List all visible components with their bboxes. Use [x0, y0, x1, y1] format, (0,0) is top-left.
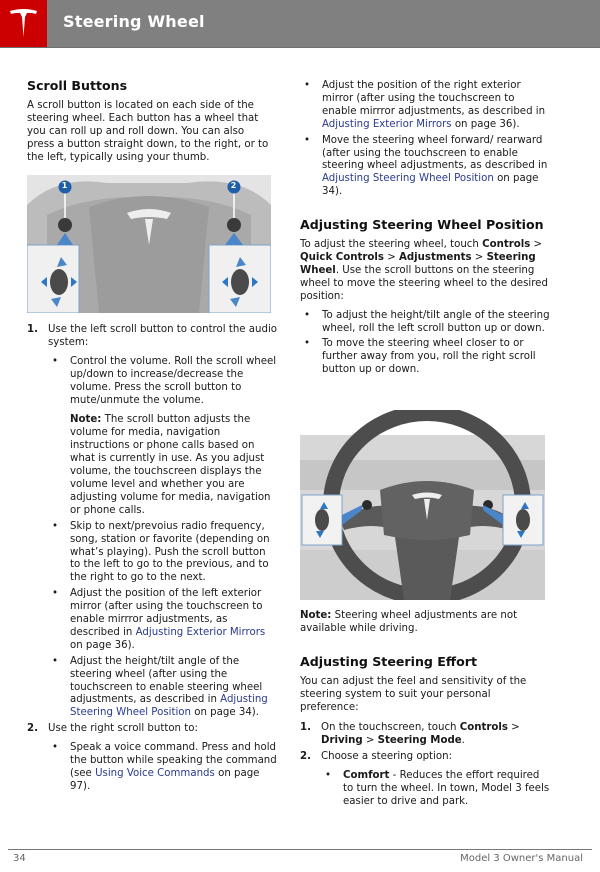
page-number: 34	[13, 853, 26, 864]
tesla-logo-icon	[10, 9, 37, 37]
list-item: • Move the steering wheel forward/ rearw…	[304, 134, 548, 198]
callout-2-label: 2	[230, 181, 237, 190]
list-item: • Adjust the height/tilt angle of the st…	[52, 655, 268, 719]
scroll-buttons-intro: A scroll button is located on each side …	[27, 99, 269, 163]
heading-scroll-buttons: Scroll Buttons	[27, 78, 128, 93]
volume-note: Note: The scroll button adjusts the volu…	[70, 414, 271, 516]
manual-title: Model 3 Owner's Manual	[460, 853, 583, 864]
step-2: 2. Use the right scroll button to: • Spe…	[27, 723, 277, 794]
effort-step-1: 1. On the touchscreen, touch Controls > …	[300, 722, 520, 747]
position-intro: To adjust the steering wheel, touch Cont…	[300, 239, 548, 302]
link-adjusting-steering-wheel-position[interactable]: Adjusting Steering Wheel Position	[322, 173, 494, 184]
effort-step-2: 2. Choose a steering option: • Comfort -…	[300, 751, 550, 807]
effort-intro: You can adjust the feel and sensitivity …	[300, 675, 527, 713]
right-lower: Note: Steering wheel adjustments are not…	[300, 610, 550, 809]
step-text: Use the left scroll button to control th…	[48, 324, 278, 348]
list-item: • Comfort - Reduces the effort required …	[325, 770, 550, 807]
tesla-logo	[0, 0, 47, 47]
scroll-buttons-figure: 1	[27, 175, 271, 313]
link-adjusting-exterior-mirrors[interactable]: Adjusting Exterior Mirrors	[322, 119, 452, 130]
left-list: 1. Use the left scroll button to control…	[27, 324, 277, 794]
bullet-text: Skip to next/prevoius radio frequency, s…	[70, 520, 270, 584]
right-column: • Adjust the position of the right exter…	[300, 80, 550, 377]
list-item: • Skip to next/prevoius radio frequency,…	[48, 521, 277, 586]
steering-wheel-figure	[300, 410, 545, 600]
heading-adjusting-position: Adjusting Steering Wheel Position	[300, 217, 544, 233]
list-item: • Speak a voice command. Press and hold …	[52, 742, 277, 792]
left-column: Scroll Buttons A scroll button is locate…	[27, 78, 270, 164]
section-title: Steering Wheel	[63, 12, 205, 31]
list-item: • Adjust the position of the left exteri…	[52, 588, 266, 651]
steering-wheel-closeup-illustration	[27, 175, 271, 313]
step-text: Use the right scroll button to:	[48, 723, 198, 735]
step-number: 1.	[27, 324, 38, 335]
step-1: 1. Use the left scroll button to control…	[27, 324, 277, 720]
link-using-voice-commands[interactable]: Using Voice Commands	[95, 768, 215, 779]
callout-1-label: 1	[61, 181, 68, 190]
list-item: • To adjust the height/tilt angle of the…	[304, 309, 550, 334]
steering-wheel-illustration	[300, 410, 545, 600]
driving-note: Note: Steering wheel adjustments are not…	[300, 610, 518, 634]
heading-adjusting-effort: Adjusting Steering Effort	[300, 653, 477, 669]
list-item: • To move the steering wheel closer to o…	[304, 338, 536, 376]
list-item: • Control the volume. Roll the scroll wh…	[52, 355, 277, 516]
link-adjusting-exterior-mirrors[interactable]: Adjusting Exterior Mirrors	[136, 627, 266, 638]
bullet-text: Control the volume. Roll the scroll whee…	[70, 355, 277, 406]
footer-rule	[8, 849, 592, 850]
step-number: 2.	[27, 723, 38, 735]
list-item: • Adjust the position of the right exter…	[304, 80, 546, 130]
page-header: Steering Wheel	[0, 0, 600, 48]
